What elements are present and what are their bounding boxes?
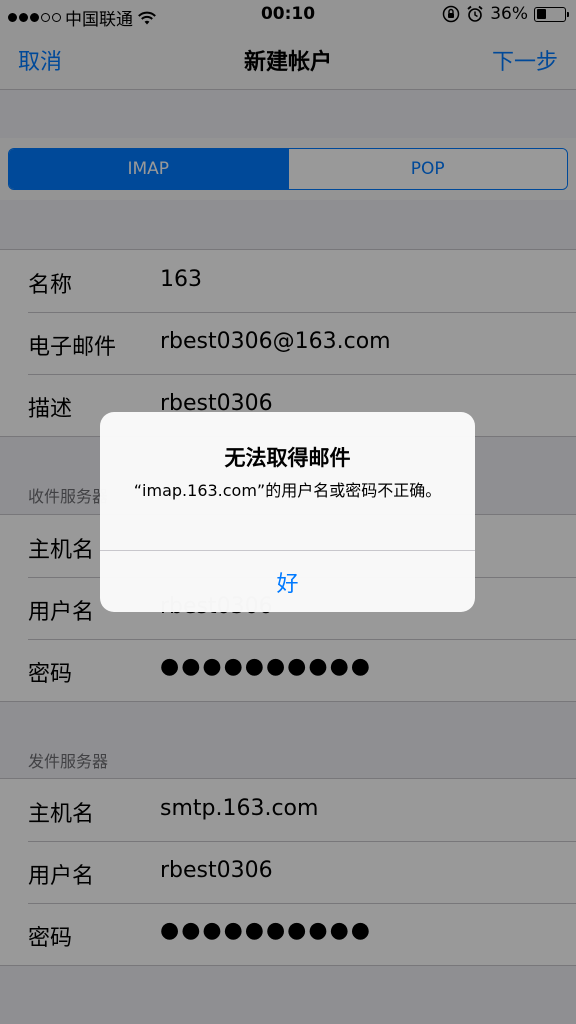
- screen: 中国联通 00:10 36% 取消 新建帐户 下一步 IMAP POP 名称 1…: [0, 0, 576, 1024]
- alert-ok-button[interactable]: 好: [100, 551, 475, 612]
- alert-title: 无法取得邮件: [224, 446, 351, 470]
- alert-message: “imap.163.com”的用户名或密码不正确。: [133, 481, 442, 500]
- error-alert-dialog: 无法取得邮件 “imap.163.com”的用户名或密码不正确。 好: [100, 412, 475, 612]
